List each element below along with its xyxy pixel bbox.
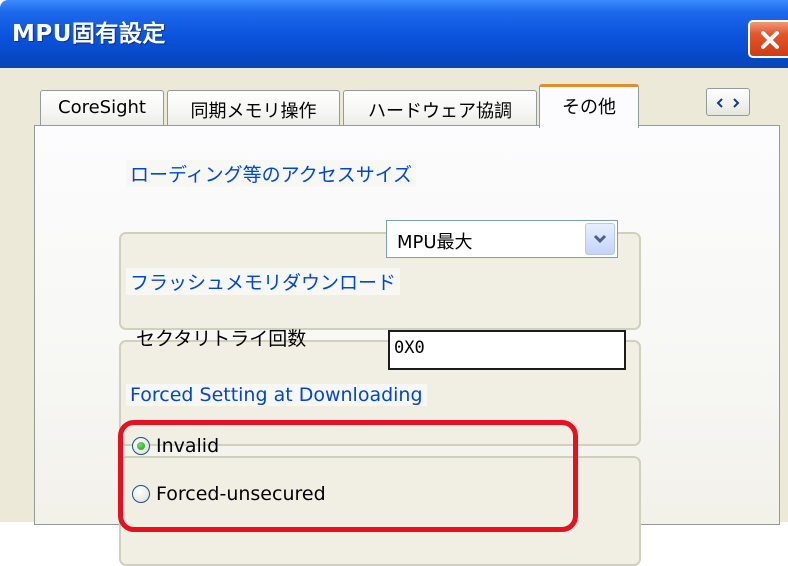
tab-strip: CoreSight 同期メモリ操作 ハードウェア協調 その他 (0, 68, 788, 128)
highlight-annotation (118, 420, 578, 532)
flash-download-content: フラッシュメモリダウンロード セクタリトライ回数 0X0 (118, 268, 640, 388)
tab-sync-memory[interactable]: 同期メモリ操作 (167, 90, 340, 126)
tab-hardware-coop[interactable]: ハードウェア協調 (343, 90, 537, 126)
access-size-select[interactable]: MPU最大 (386, 220, 618, 258)
tab-label: ハードウェア協調 (368, 101, 512, 122)
access-size-content: ローディング等のアクセスサイズ MPU最大 (118, 160, 640, 272)
tab-other[interactable]: その他 (539, 84, 639, 128)
scroll-left-icon[interactable] (716, 93, 724, 112)
tab-scroll-buttons[interactable] (706, 88, 750, 116)
sector-retry-label: セクタリトライ回数 (136, 328, 307, 350)
tab-coresight[interactable]: CoreSight (40, 90, 164, 126)
tab-label: 同期メモリ操作 (190, 101, 317, 122)
sector-retry-input[interactable]: 0X0 (388, 330, 626, 370)
tab-label: CoreSight (58, 97, 146, 118)
tab-label: その他 (562, 97, 616, 118)
dropdown-button[interactable] (585, 223, 615, 255)
window-title: MPU固有設定 (12, 21, 166, 47)
title-bar[interactable]: MPU固有設定 (0, 0, 788, 68)
scroll-right-icon[interactable] (732, 93, 740, 112)
access-size-value: MPU最大 (397, 232, 473, 253)
chevron-down-icon (586, 234, 614, 258)
access-size-title: ローディング等のアクセスサイズ (126, 160, 417, 187)
dialog-window: MPU固有設定 CoreSight 同期メモリ操作 ハードウェア協調 その他 ロ… (0, 0, 788, 566)
close-button[interactable] (748, 20, 788, 58)
forced-setting-title: Forced Setting at Downloading (126, 384, 427, 406)
flash-download-title: フラッシュメモリダウンロード (126, 268, 401, 295)
